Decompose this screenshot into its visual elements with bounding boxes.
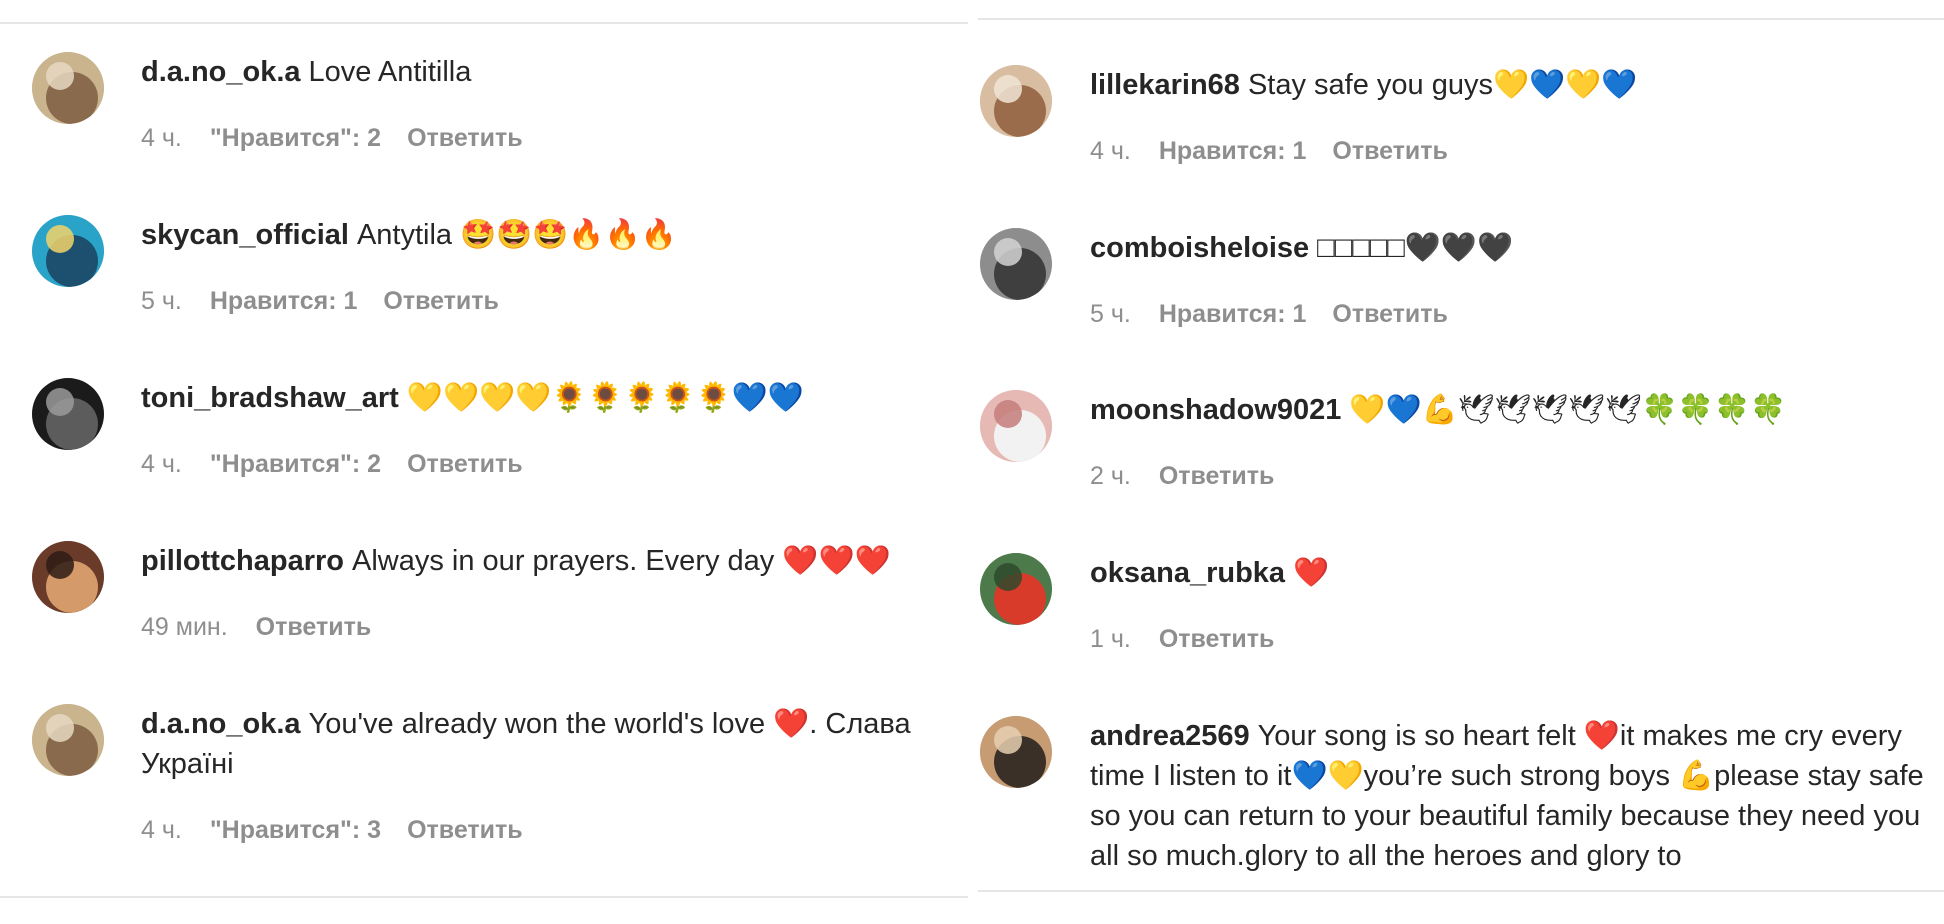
comment-text: lillekarin68 Stay safe you guys💛💙💛💙 [1090,65,1944,105]
divider-bottom [0,896,968,898]
avatar[interactable] [32,704,104,776]
comment-time[interactable]: 5 ч. [141,287,182,315]
avatar-image [980,390,1052,462]
comment-text: d.a.no_ok.a Love Antitilla [141,52,960,92]
comment-text: d.a.no_ok.a You've already won the world'… [141,704,960,784]
comment-message: Antytila 🤩🤩🤩🔥🔥🔥 [356,219,677,251]
comment-username[interactable]: skycan_official [141,219,349,251]
comment-username[interactable]: d.a.no_ok.a [141,56,301,88]
comment-message: ❤️ [1293,557,1330,589]
comment-text: oksana_rubka ❤️ [1090,553,1944,593]
comment-username[interactable]: pillottchaparro [141,545,344,577]
comment-username[interactable]: toni_bradshaw_art [141,382,399,414]
comment-time[interactable]: 49 мин. [141,613,228,641]
comment-meta: 4 ч. Нравится: 1 Ответить [1090,133,1944,169]
comment-meta: 4 ч. "Нравится": 2 Ответить [141,446,960,482]
reply-button[interactable]: Ответить [1332,137,1448,165]
reply-button[interactable]: Ответить [383,287,499,315]
comment-text: pillottchaparro Always in our prayers. Ev… [141,541,960,581]
comment-time[interactable]: 4 ч. [141,450,182,478]
reply-button[interactable]: Ответить [256,613,372,641]
avatar-image [32,378,104,450]
avatar[interactable] [32,52,104,124]
comment-text: toni_bradshaw_art 💛💛💛💛🌻🌻🌻🌻🌻💙💙 [141,378,960,418]
avatar[interactable] [980,228,1052,300]
reply-button[interactable]: Ответить [1159,462,1275,490]
comment-meta: 2 ч. Ответить [1090,458,1944,494]
avatar[interactable] [32,215,104,287]
avatar[interactable] [980,65,1052,137]
divider-top [0,22,968,24]
comment-time[interactable]: 4 ч. [1090,137,1131,165]
comment-meta: 5 ч. Нравится: 1 Ответить [1090,296,1944,332]
avatar[interactable] [980,716,1052,788]
avatar[interactable] [980,390,1052,462]
likes-count[interactable]: Нравится: 1 [1159,137,1307,165]
reply-button[interactable]: Ответить [407,450,523,478]
comment-message: Stay safe you guys💛💙💛💙 [1247,69,1638,101]
likes-count[interactable]: "Нравится": 3 [210,816,381,844]
comment-time[interactable]: 4 ч. [141,124,182,152]
avatar-image [32,52,104,124]
avatar-image [32,215,104,287]
likes-count[interactable]: Нравится: 1 [1159,300,1307,328]
reply-button[interactable]: Ответить [1159,625,1275,653]
avatar-image [32,704,104,776]
divider-bottom [978,890,1944,892]
reply-button[interactable]: Ответить [407,124,523,152]
avatar-image [980,65,1052,137]
comment-username[interactable]: d.a.no_ok.a [141,708,301,740]
comment-message: Love Antitilla [308,56,472,88]
comment-message: 💛💛💛💛🌻🌻🌻🌻🌻💙💙 [406,382,805,414]
comment-time[interactable]: 1 ч. [1090,625,1131,653]
comment-meta: 5 ч. Нравится: 1 Ответить [141,283,960,319]
likes-count[interactable]: Нравится: 1 [210,287,358,315]
comment-username[interactable]: oksana_rubka [1090,557,1285,589]
avatar-image [980,553,1052,625]
avatar-image [32,541,104,613]
comment-text: moonshadow9021 💛💙💪🕊🕊🕊🕊🕊🍀🍀🍀🍀 [1090,390,1944,430]
comment-time[interactable]: 5 ч. [1090,300,1131,328]
comments-panel-right: lillekarin68 Stay safe you guys💛💙💛💙 4 ч. Н… [978,0,1944,924]
likes-count[interactable]: "Нравится": 2 [210,450,381,478]
comment-text: andrea2569 Your song is so heart felt ❤️i… [1090,716,1944,876]
comment-time[interactable]: 4 ч. [141,816,182,844]
avatar-image [980,228,1052,300]
comment-username[interactable]: lillekarin68 [1090,69,1240,101]
comment-username[interactable]: andrea2569 [1090,720,1250,752]
comment-message: Always in our prayers. Every day ❤️❤️❤️ [352,545,891,577]
comment-meta: 4 ч. "Нравится": 2 Ответить [141,120,960,156]
comment-text: skycan_official Antytila 🤩🤩🤩🔥🔥🔥 [141,215,960,255]
comment-message: 💛💙💪🕊🕊🕊🕊🕊🍀🍀🍀🍀 [1349,394,1787,426]
reply-button[interactable]: Ответить [1332,300,1448,328]
avatar[interactable] [32,541,104,613]
likes-count[interactable]: "Нравится": 2 [210,124,381,152]
comments-panel-left: d.a.no_ok.a Love Antitilla 4 ч. "Нравится"… [0,0,968,924]
comment-username[interactable]: comboisheloise [1090,232,1309,264]
reply-button[interactable]: Ответить [407,816,523,844]
comment-text: comboisheloise □□□□□🖤🖤🖤 [1090,228,1944,268]
avatar-image [980,716,1052,788]
comment-meta: 4 ч. "Нравится": 3 Ответить [141,812,960,848]
comment-time[interactable]: 2 ч. [1090,462,1131,490]
avatar[interactable] [32,378,104,450]
comment-meta: 49 мин. Ответить [141,609,960,645]
comment-message: □□□□□🖤🖤🖤 [1317,232,1514,264]
comment-meta: 1 ч. Ответить [1090,621,1944,657]
divider-top [978,18,1944,20]
avatar[interactable] [980,553,1052,625]
comment-username[interactable]: moonshadow9021 [1090,394,1341,426]
